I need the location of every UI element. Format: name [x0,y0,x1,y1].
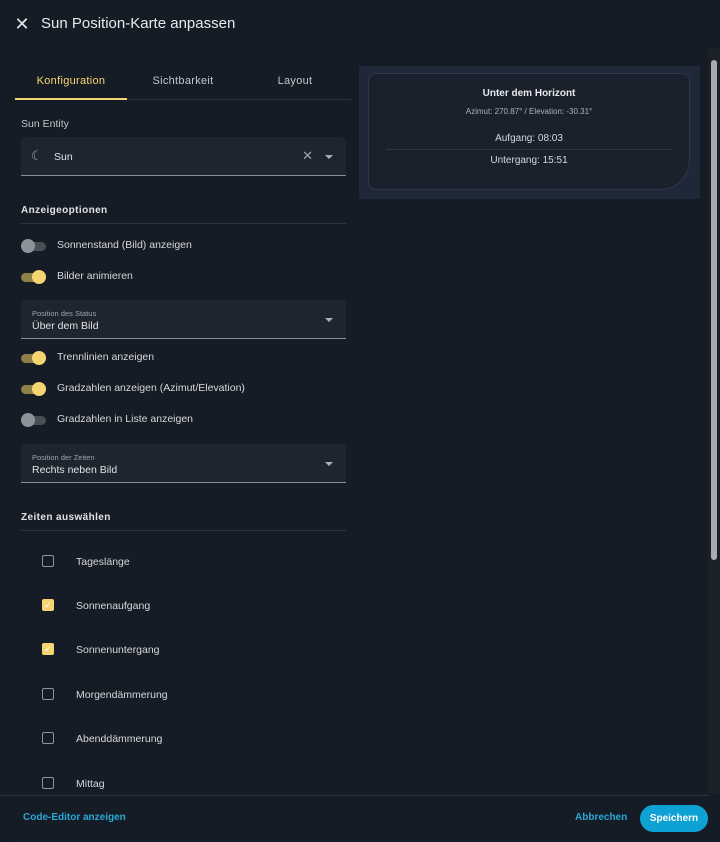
section-zeiten: Zeiten auswählen [21,512,346,531]
scrollbar-thumb[interactable] [711,60,717,560]
checkbox-label: Morgendämmerung [76,689,168,701]
select-label: Position der Zeiten [32,453,95,462]
chevron-down-icon [325,318,333,322]
clear-icon[interactable]: ✕ [302,148,313,164]
toggle-label: Sonnenstand (Bild) anzeigen [57,239,192,251]
toggle-label: Trennlinien anzeigen [57,351,155,363]
toggle-bilder-animieren[interactable] [21,270,46,284]
toggle-trennlinien[interactable] [21,351,46,365]
checkbox-sonnenuntergang[interactable]: ✓ [42,643,54,655]
divider [386,149,672,150]
checkbox-label: Sonnenaufgang [76,600,151,612]
chevron-down-icon[interactable] [325,155,333,159]
checkbox-tageslaenge[interactable] [42,555,54,567]
checkbox-label: Mittag [76,778,105,790]
sun-position-card: Unter dem Horizont Azimut: 270.87° / Ele… [368,73,690,190]
edit-card-dialog: ✕ Sun Position-Karte anpassen Konfigurat… [0,0,720,842]
checkbox-morgendaemmerung[interactable] [42,688,54,700]
close-icon[interactable]: ✕ [12,14,32,34]
status-position-select[interactable]: Position des Status Über dem Bild [21,300,346,339]
checkbox-label: Abenddämmerung [76,733,163,745]
sunset-time: Untergang: 15:51 [490,155,568,166]
entity-picker[interactable]: ☾ Sun ✕ [21,137,346,176]
sun-state: Unter dem Horizont [482,88,576,99]
save-button[interactable]: Speichern [640,805,708,832]
tab-sichtbarkeit[interactable]: Sichtbarkeit [127,66,239,99]
checkbox-sonnenaufgang[interactable]: ✓ [42,599,54,611]
cancel-button[interactable]: Abbrechen [575,812,627,823]
check-icon: ✓ [44,644,52,654]
checkbox-label: Tageslänge [76,556,130,568]
card-preview: Unter dem Horizont Azimut: 270.87° / Ele… [359,66,700,199]
entity-value: Sun [54,151,73,163]
weather-night-icon: ☾ [31,148,43,163]
toggle-gradzahlen-liste[interactable] [21,413,46,427]
dialog-footer: Code-Editor anzeigen Abbrechen Speichern [0,795,708,842]
toggle-sonnenstand[interactable] [21,239,46,253]
sunrise-time: Aufgang: 08:03 [495,133,563,144]
tab-konfiguration[interactable]: Konfiguration [15,66,127,100]
dialog-title: Sun Position-Karte anpassen [41,15,236,32]
checkbox-mittag[interactable] [42,777,54,789]
select-label: Position des Status [32,309,97,318]
select-value: Über dem Bild [32,320,99,332]
tab-bar: Konfiguration Sichtbarkeit Layout [15,66,351,100]
chevron-down-icon [325,462,333,466]
checkbox-abenddaemmerung[interactable] [42,732,54,744]
toggle-label: Gradzahlen in Liste anzeigen [57,413,194,425]
select-value: Rechts neben Bild [32,464,118,476]
check-icon: ✓ [44,600,52,610]
code-editor-button[interactable]: Code-Editor anzeigen [23,812,126,823]
section-anzeigeoptionen: Anzeigeoptionen [21,205,346,224]
sun-azimuth-elevation: Azimut: 270.87° / Elevation: -30.31° [465,107,593,116]
toggle-gradzahlen[interactable] [21,382,46,396]
toggle-label: Gradzahlen anzeigen (Azimut/Elevation) [57,382,245,394]
toggle-label: Bilder animieren [57,270,133,282]
checkbox-label: Sonnenuntergang [76,644,160,656]
times-position-select[interactable]: Position der Zeiten Rechts neben Bild [21,444,346,483]
tab-layout[interactable]: Layout [239,66,351,99]
dialog-header: ✕ Sun Position-Karte anpassen [0,0,708,50]
scrollbar[interactable] [708,48,720,794]
entity-label: Sun Entity [21,118,69,130]
